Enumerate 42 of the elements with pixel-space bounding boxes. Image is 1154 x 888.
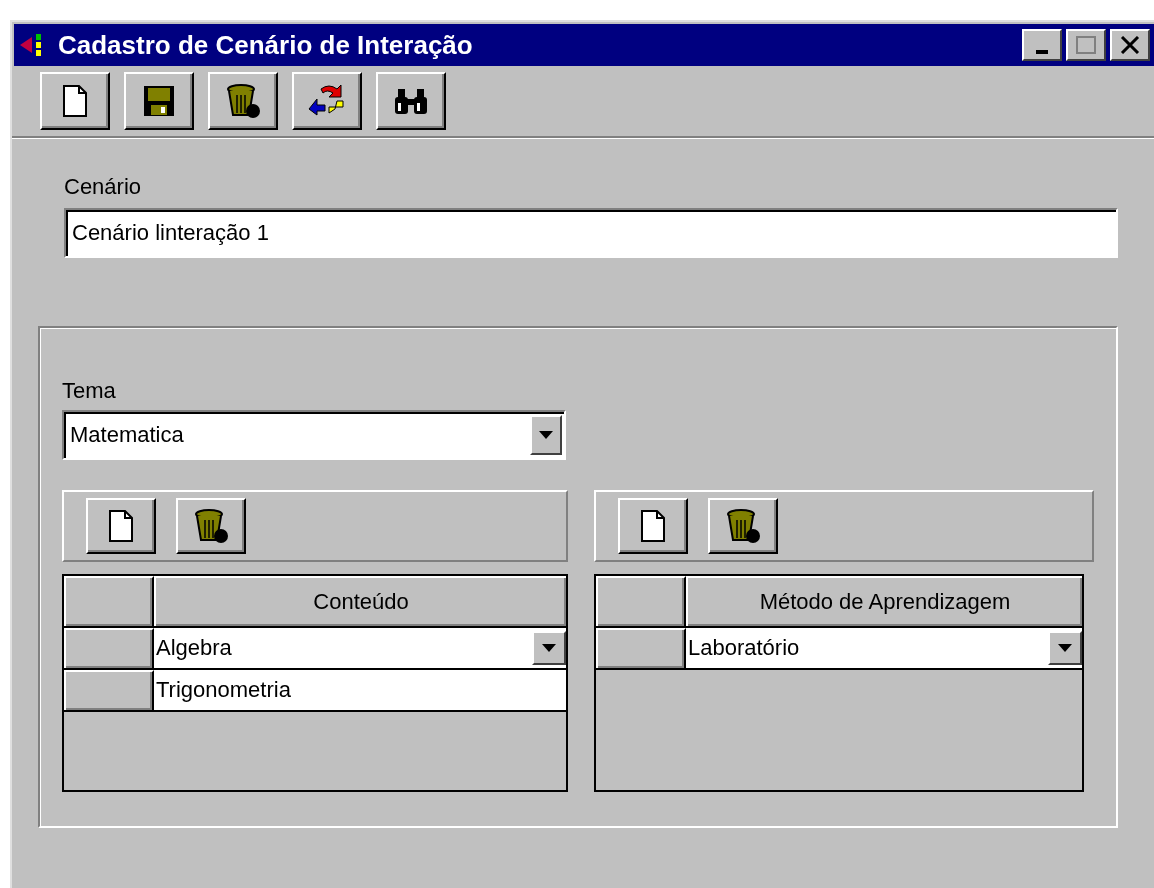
trash-can-icon [193,508,229,544]
new-button[interactable] [86,498,156,554]
save-button[interactable] [124,72,194,130]
close-icon [1120,36,1140,54]
trash-can-icon [725,508,761,544]
close-button[interactable] [1110,29,1150,61]
table-cell: Trigonometria [154,670,566,710]
new-button[interactable] [40,72,110,130]
dropdown-button[interactable] [532,631,566,665]
new-button[interactable] [618,498,688,554]
column-header[interactable]: Método de Aprendizagem [686,576,1082,626]
dropdown-arrow-icon [1058,644,1072,652]
blank-page-icon [641,510,665,542]
cell-dropdown[interactable]: Laboratório [686,628,1082,668]
maximize-button[interactable] [1066,29,1106,61]
row-header[interactable] [64,670,154,710]
delete-button[interactable] [176,498,246,554]
row-header[interactable] [596,628,686,668]
maximize-icon [1076,36,1096,54]
minimize-icon [1036,50,1048,54]
blank-page-icon [109,510,133,542]
field-label: Tema [62,378,117,404]
dropdown-button[interactable] [530,415,562,455]
scenario-field[interactable]: Cenário linteração 1 [64,208,1118,258]
binoculars-icon [393,87,429,115]
dropdown-arrow-icon [539,431,553,439]
minimize-button[interactable] [1022,29,1062,61]
dropdown-arrow-icon [542,644,556,652]
row-header[interactable] [64,628,154,668]
delete-button[interactable] [208,72,278,130]
field-label: Cenário [64,174,143,200]
theme-dropdown[interactable]: Matematica [62,410,566,460]
window-title: Cadastro de Cenário de Interação [58,29,474,61]
dropdown-button[interactable] [1048,631,1082,665]
delete-button[interactable] [708,498,778,554]
blank-page-icon [63,85,87,117]
column-header[interactable]: Conteúdo [154,576,566,626]
refresh-button[interactable] [292,72,362,130]
find-button[interactable] [376,72,446,130]
trash-can-icon [225,83,261,119]
refresh-arrows-icon [307,83,347,119]
cell-dropdown[interactable]: Algebra [154,628,566,668]
